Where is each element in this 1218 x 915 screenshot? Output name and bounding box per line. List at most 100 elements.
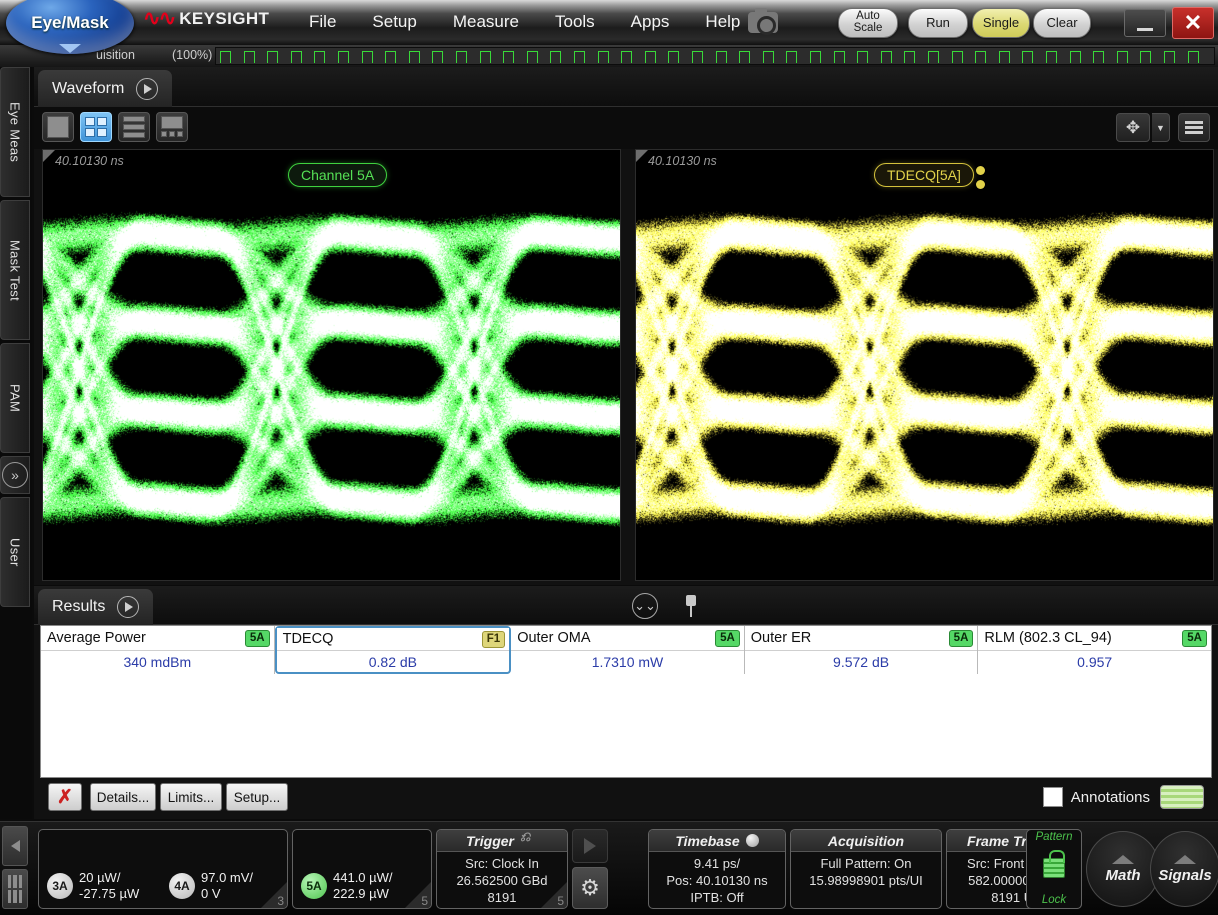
- acquisition-progress-bar: [215, 47, 1215, 65]
- channel-entry-3a[interactable]: 3A 20 µW/ -27.75 µW: [47, 870, 139, 902]
- clear-button[interactable]: Clear: [1033, 8, 1091, 38]
- acquisition-pulse: [267, 51, 278, 63]
- eye-diagram-yellow: [636, 150, 1213, 580]
- timebase-box[interactable]: Timebase 9.41 ps/ Pos: 40.10130 ns IPTB:…: [648, 829, 786, 909]
- math-button[interactable]: Math: [1086, 831, 1160, 907]
- limits-button[interactable]: Limits...: [160, 783, 222, 811]
- menu-item-help[interactable]: Help: [701, 10, 744, 34]
- tdecq-badge[interactable]: TDECQ[5A]: [874, 163, 974, 187]
- sidebar-item-pam[interactable]: PAM: [0, 343, 30, 453]
- channel-id-badge: 5A: [301, 873, 327, 899]
- menu-item-tools[interactable]: Tools: [551, 10, 599, 34]
- layout-cell: [177, 131, 183, 137]
- channel-5a-box[interactable]: 5A 441.0 µW/ 222.9 µW 5: [292, 829, 432, 909]
- single-button[interactable]: Single: [972, 8, 1030, 38]
- sidebar-item-mask-test[interactable]: Mask Test: [0, 200, 30, 340]
- sidebar-item-user[interactable]: User: [0, 497, 30, 607]
- pan-tool-icon[interactable]: ✥: [1116, 113, 1150, 142]
- measurement-card[interactable]: Outer OMA 5A 1.7310 mW: [511, 626, 745, 674]
- run-button[interactable]: Run: [908, 8, 968, 38]
- measurement-name: Outer ER: [751, 630, 811, 646]
- menu-item-apps[interactable]: Apps: [627, 10, 674, 34]
- marker-dots-icon: [976, 166, 985, 194]
- acquisition-percent: (100%): [172, 48, 212, 62]
- acquisition-pulse: [763, 51, 774, 63]
- details-button[interactable]: Details...: [90, 783, 156, 811]
- acquisition-box[interactable]: Acquisition Full Pattern: On 15.98998901…: [790, 829, 942, 909]
- channel-id-badge: 3A: [47, 873, 73, 899]
- acquisition-pulse: [1046, 51, 1057, 63]
- channel-scale: 20 µW/: [79, 870, 139, 886]
- keypad-grid-button[interactable]: [2, 869, 28, 909]
- auto-scale-button[interactable]: Auto Scale: [838, 8, 898, 38]
- timebase-iptb: IPTB: Off: [649, 889, 785, 906]
- acquisition-pulse: [881, 51, 892, 63]
- close-button[interactable]: ✕: [1172, 7, 1214, 39]
- layout-mixed-pane-button[interactable]: [156, 112, 188, 142]
- gear-icon[interactable]: ⚙: [572, 867, 608, 909]
- signals-button[interactable]: Signals: [1150, 831, 1218, 907]
- waveform-pane-tdecq[interactable]: 40.10130 ns TDECQ[5A]: [635, 149, 1214, 581]
- layout-stacked-pane-button[interactable]: [118, 112, 150, 142]
- measurement-card[interactable]: Average Power 5A 340 mdBm: [41, 626, 275, 674]
- acquisition-pulse: [362, 51, 373, 63]
- oscilloscope-app: Eye/Mask ∿∿ KEYSIGHT File Setup Measure …: [0, 0, 1218, 915]
- layout-quad-pane-button[interactable]: [80, 112, 112, 142]
- acquisition-pulse: [739, 51, 750, 63]
- scroll-left-button[interactable]: [2, 826, 28, 866]
- play-icon[interactable]: [117, 596, 139, 618]
- measurement-card[interactable]: RLM (802.3 CL_94) 5A 0.957: [978, 626, 1211, 674]
- measurement-card[interactable]: Outer ER 5A 9.572 dB: [745, 626, 979, 674]
- timebase-values: 9.41 ps/ Pos: 40.10130 ns IPTB: Off: [649, 852, 785, 906]
- results-panel: Results ⌄⌄ Average Power 5A 340 mdBm TDECQ F…: [34, 586, 1218, 819]
- acquisition-pulse: [1022, 51, 1033, 63]
- pan-dropdown-button[interactable]: ▼: [1152, 113, 1170, 142]
- menu-item-setup[interactable]: Setup: [368, 10, 420, 34]
- graticule-container: 40.10130 ns Channel 5A 40.10130 ns TDECQ…: [42, 149, 1214, 581]
- hamburger-menu-icon[interactable]: [1178, 113, 1210, 142]
- pattern-lock-box[interactable]: Pattern Lock: [1026, 829, 1082, 909]
- acquisition-progress-strip: uisition (100%): [0, 45, 1218, 67]
- acquisition-title-label: Acquisition: [828, 833, 904, 849]
- pattern-lock-bottom-label: Lock: [1042, 893, 1066, 908]
- trigger-box[interactable]: Trigger Src: Clock In 26.562500 GBd 8191…: [436, 829, 568, 909]
- acquisition-pulse: [244, 51, 255, 63]
- minimize-button[interactable]: [1124, 9, 1166, 37]
- acquisition-pulse: [645, 51, 656, 63]
- annotations-label: Annotations: [1071, 789, 1150, 806]
- acquisition-pulse: [291, 51, 302, 63]
- delete-measurement-button[interactable]: ✗: [48, 783, 82, 811]
- measurement-source-badge: F1: [482, 631, 505, 648]
- tab-results[interactable]: Results: [38, 589, 153, 625]
- usb-icon: [520, 836, 538, 846]
- annotations-checkbox[interactable]: [1043, 787, 1063, 807]
- acquisition-pulse: [928, 51, 939, 63]
- play-small-button[interactable]: [572, 829, 608, 863]
- tab-waveform[interactable]: Waveform: [38, 70, 172, 107]
- acquisition-pulse: [480, 51, 491, 63]
- layout-single-pane-button[interactable]: [42, 112, 74, 142]
- channel-badge[interactable]: Channel 5A: [288, 163, 387, 187]
- layout-cell: [85, 117, 95, 126]
- menu-item-measure[interactable]: Measure: [449, 10, 523, 34]
- acquisition-pulse: [975, 51, 986, 63]
- acquisition-values: Full Pattern: On 15.98998901 pts/UI: [791, 852, 941, 889]
- camera-icon[interactable]: [748, 12, 778, 33]
- annotation-style-button[interactable]: [1160, 785, 1204, 809]
- channel-entry-5a[interactable]: 5A 441.0 µW/ 222.9 µW: [301, 870, 393, 902]
- channel-group-box[interactable]: 3A 20 µW/ -27.75 µW 4A 97.0 mV/ 0 V 3: [38, 829, 288, 909]
- menu-item-file[interactable]: File: [305, 10, 340, 34]
- waveform-pane-channel[interactable]: 40.10130 ns Channel 5A: [42, 149, 621, 581]
- tab-results-label: Results: [52, 598, 105, 616]
- acquisition-pulse: [1093, 51, 1104, 63]
- sidebar-item-eye-meas[interactable]: Eye Meas: [0, 67, 30, 197]
- annotations-toggle[interactable]: Annotations: [1043, 787, 1150, 807]
- sidebar-expand-button[interactable]: »: [0, 456, 30, 494]
- channel-entry-4a[interactable]: 4A 97.0 mV/ 0 V: [169, 870, 253, 902]
- waveform-layout-toolbar: ✥ ▼: [34, 107, 1218, 149]
- measurement-card[interactable]: TDECQ F1 0.82 dB: [275, 626, 512, 674]
- setup-button[interactable]: Setup...: [226, 783, 288, 811]
- pin-icon[interactable]: [684, 595, 698, 617]
- play-icon[interactable]: [136, 78, 158, 100]
- chevron-double-down-icon[interactable]: ⌄⌄: [632, 593, 658, 619]
